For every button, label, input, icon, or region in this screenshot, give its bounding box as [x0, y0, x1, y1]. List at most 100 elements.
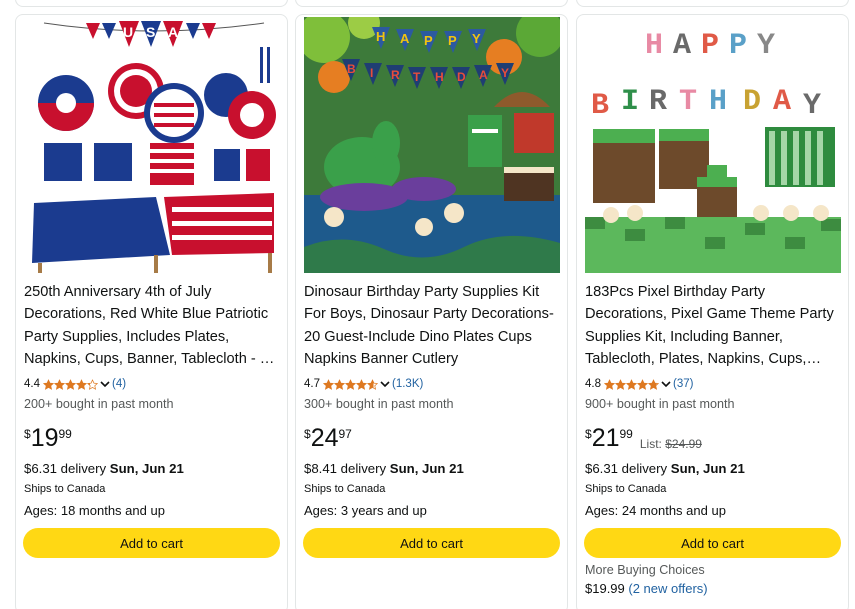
banner-letter: T: [679, 85, 697, 119]
banner-letter: A: [479, 68, 488, 82]
rating-count-link[interactable]: (37): [673, 378, 693, 390]
banner-letter: H: [376, 29, 385, 44]
star-icon: [356, 378, 367, 390]
product-image[interactable]: H A P P Y B I R T H D A Y: [585, 17, 841, 273]
star-icon: [323, 378, 334, 390]
rating-row[interactable]: 4.8 (37): [585, 377, 693, 391]
delivery-info: $8.41 delivery Sun, Jun 21: [304, 461, 464, 476]
more-buying-choices: $19.99 (2 new offers): [585, 581, 708, 596]
new-offers-link[interactable]: (2 new offers): [628, 581, 707, 596]
star-icon: [648, 378, 659, 390]
price-fraction: 97: [338, 427, 352, 441]
banner-letter: Y: [757, 29, 775, 63]
bought-count: 200+ bought in past month: [24, 397, 174, 411]
price[interactable]: $ 19 99: [24, 423, 72, 453]
banner-letter: R: [649, 85, 667, 119]
banner-letter: H: [435, 70, 444, 84]
banner-letter: T: [413, 70, 421, 84]
star-icon: [54, 378, 65, 390]
chevron-down-icon[interactable]: [379, 378, 391, 390]
more-buying-choices-price: $19.99: [585, 581, 625, 596]
star-rating: [323, 378, 378, 390]
previous-card-edge: [295, 0, 568, 7]
more-buying-choices-label: More Buying Choices: [585, 563, 705, 577]
bought-count: 300+ bought in past month: [304, 397, 454, 411]
star-icon: [76, 378, 87, 390]
banner-letter: P: [701, 29, 719, 63]
delivery-cost: $6.31 delivery: [585, 461, 668, 476]
previous-card-edge: [15, 0, 288, 7]
chevron-down-icon[interactable]: [99, 378, 111, 390]
rating-count-link[interactable]: (4): [112, 378, 126, 390]
star-rating: [604, 378, 659, 390]
previous-card-edge: [576, 0, 849, 7]
star-icon: [604, 378, 615, 390]
product-grid: U S A 250th Anniversary 4th of July Deco…: [0, 0, 855, 609]
star-icon: [345, 378, 356, 390]
price-fraction: 99: [619, 427, 633, 441]
ships-to: Ships to Canada: [585, 483, 667, 495]
star-rating: [43, 378, 98, 390]
bought-count: 900+ bought in past month: [585, 397, 735, 411]
banner-letter: Y: [472, 31, 481, 46]
pixel-supplies-illustration: H A P P Y B I R T H D A Y: [585, 17, 841, 273]
product-title[interactable]: Dinosaur Birthday Party Supplies Kit For…: [304, 281, 562, 371]
banner-letter: I: [621, 85, 639, 119]
patriotic-supplies-illustration: U S A: [24, 17, 280, 273]
product-title[interactable]: 250th Anniversary 4th of July Decoration…: [24, 281, 282, 371]
rating-value: 4.8: [585, 378, 601, 390]
add-to-cart-button[interactable]: Add to cart: [303, 528, 560, 558]
price-symbol: $: [304, 427, 311, 441]
banner-letter: P: [729, 29, 747, 63]
rating-value: 4.7: [304, 378, 320, 390]
add-to-cart-button[interactable]: Add to cart: [23, 528, 280, 558]
product-title[interactable]: 183Pcs Pixel Birthday Party Decorations,…: [585, 281, 843, 371]
rating-row[interactable]: 4.4 (4): [24, 377, 126, 391]
price-symbol: $: [585, 427, 592, 441]
banner-letter: P: [448, 33, 457, 48]
banner-letter: U: [123, 24, 133, 40]
banner-letter: H: [709, 85, 727, 119]
price[interactable]: $ 21 99 List: $24.99: [585, 423, 702, 453]
price[interactable]: $ 24 97: [304, 423, 352, 453]
star-icon: [65, 378, 76, 390]
delivery-date: Sun, Jun 21: [389, 461, 464, 476]
product-image[interactable]: H A P P Y B I R T H D A Y: [304, 17, 560, 273]
star-icon: [626, 378, 637, 390]
ships-to: Ships to Canada: [24, 483, 106, 495]
age-range: Ages: 3 years and up: [304, 503, 427, 518]
delivery-date: Sun, Jun 21: [109, 461, 184, 476]
product-card: U S A 250th Anniversary 4th of July Deco…: [15, 14, 288, 609]
banner-letter: I: [370, 66, 373, 80]
rating-value: 4.4: [24, 378, 40, 390]
delivery-cost: $8.41 delivery: [304, 461, 387, 476]
banner-letter: A: [168, 24, 178, 40]
price-whole: 24: [310, 424, 339, 452]
add-to-cart-button[interactable]: Add to cart: [584, 528, 841, 558]
dinosaur-supplies-illustration: H A P P Y B I R T H D A Y: [304, 17, 560, 273]
banner-letter: D: [457, 70, 466, 84]
banner-letter: H: [645, 29, 663, 63]
delivery-info: $6.31 delivery Sun, Jun 21: [585, 461, 745, 476]
star-icon: [367, 378, 378, 390]
star-icon: [637, 378, 648, 390]
banner-letter: Y: [803, 89, 821, 123]
product-image[interactable]: U S A: [24, 17, 280, 273]
delivery-date: Sun, Jun 21: [670, 461, 745, 476]
ships-to: Ships to Canada: [304, 483, 386, 495]
rating-row[interactable]: 4.7 (1.3K): [304, 377, 423, 391]
rating-count-link[interactable]: (1.3K): [392, 378, 423, 390]
delivery-info: $6.31 delivery Sun, Jun 21: [24, 461, 184, 476]
list-price: List: $24.99: [640, 437, 702, 451]
banner-letter: Y: [501, 66, 509, 80]
list-price-value: $24.99: [665, 437, 702, 451]
price-symbol: $: [24, 427, 31, 441]
product-card: H A P P Y B I R T H D A Y 183Pcs Pixel B…: [576, 14, 849, 609]
price-whole: 19: [30, 424, 59, 452]
banner-letter: S: [146, 24, 155, 40]
price-whole: 21: [591, 424, 620, 452]
banner-letter: P: [424, 33, 433, 48]
banner-letter: R: [391, 68, 400, 82]
chevron-down-icon[interactable]: [660, 378, 672, 390]
age-range: Ages: 24 months and up: [585, 503, 726, 518]
